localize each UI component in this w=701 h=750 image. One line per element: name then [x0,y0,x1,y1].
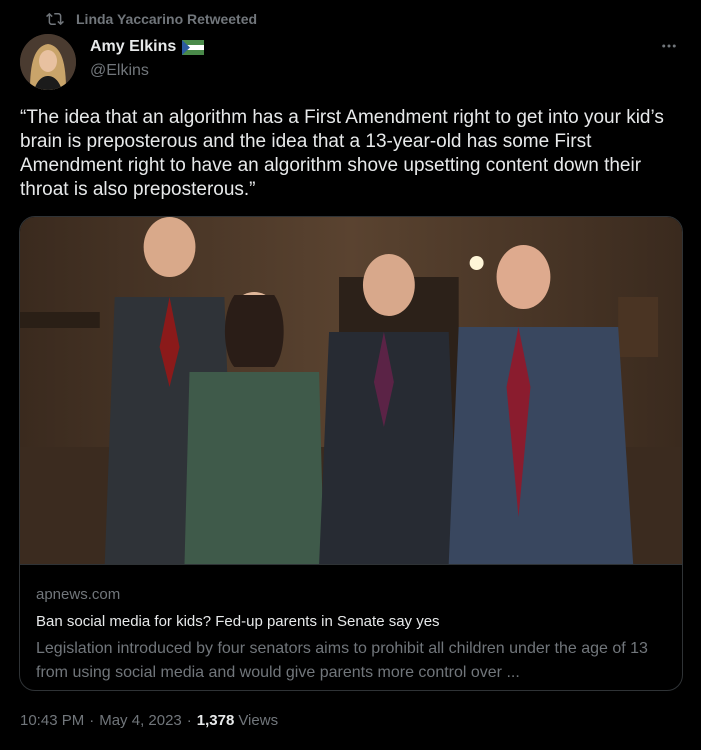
card-description: Legislation introduced by four senators … [36,640,648,681]
retweet-label: Linda Yaccarino Retweeted [76,11,258,27]
views-label: Views [238,712,279,729]
avatar[interactable] [20,34,76,90]
tweet-date[interactable]: May 4, 2023 [99,712,182,729]
tweet-text: “The idea that an algorithm has a First … [20,107,664,200]
separator: · [89,712,95,729]
author-name[interactable]: Amy Elkins [90,38,205,56]
retweet-icon [20,10,76,28]
author-name-text: Amy Elkins [90,38,177,55]
separator: · [186,712,192,729]
card-image [20,217,682,564]
link-card[interactable]: apnews.com Ban social media for kids? Fe… [19,216,683,691]
more-icon [660,37,678,60]
more-options-button[interactable] [657,36,681,60]
views-count: 1,378 [196,712,235,729]
card-meta: apnews.com Ban social media for kids? Fe… [20,564,682,690]
author-handle[interactable]: @Elkins [90,62,149,80]
tweet-footer: 10:43 PM · May 4, 2023 · 1,378 Views [20,712,278,729]
flag-icon [182,39,205,55]
retweet-indicator[interactable]: Linda Yaccarino Retweeted [20,8,257,30]
card-domain: apnews.com [36,586,121,603]
card-title: Ban social media for kids? Fed-up parent… [36,613,440,630]
tweet-time[interactable]: 10:43 PM [20,712,84,729]
